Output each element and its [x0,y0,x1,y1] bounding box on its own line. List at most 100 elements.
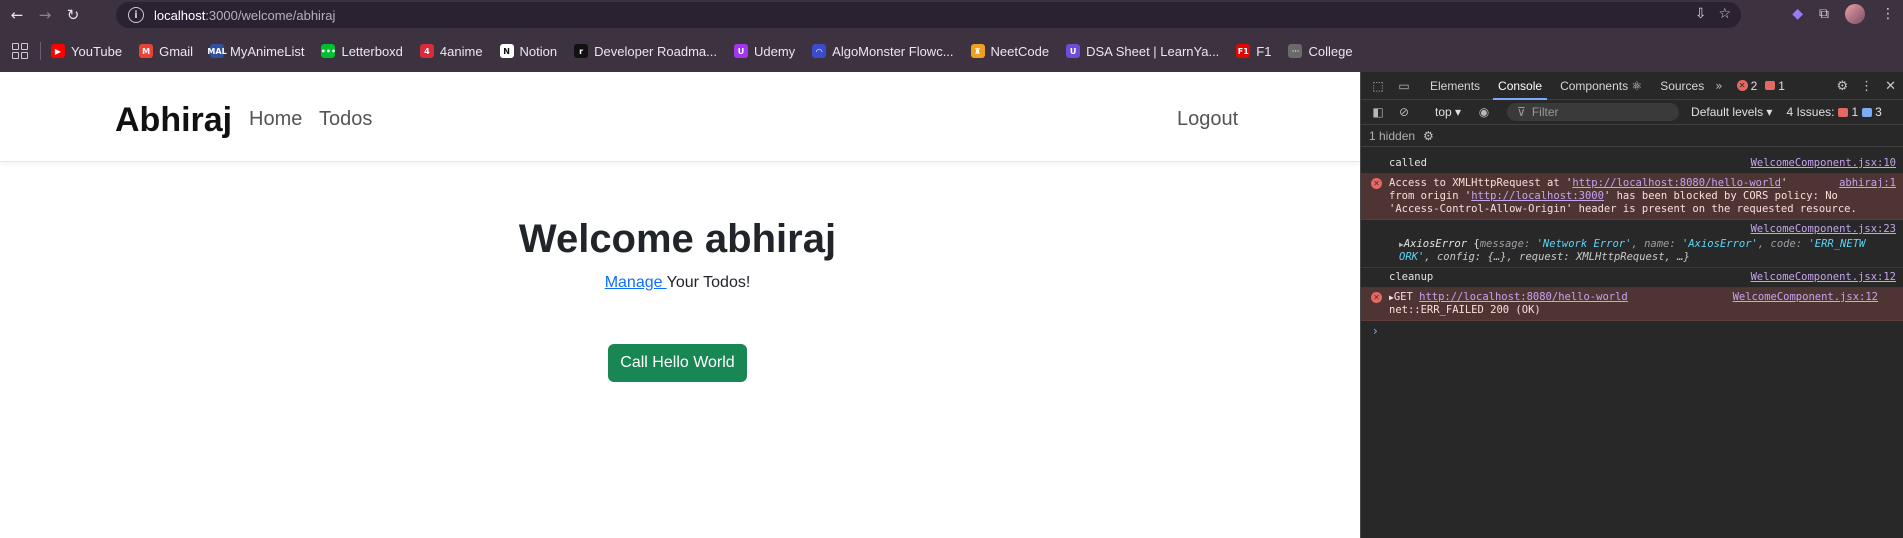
source-link[interactable]: WelcomeComponent.jsx:10 [1745,157,1896,170]
forward-arrow-icon[interactable]: → [34,4,56,26]
bookmark-favicon-icon: U [1066,44,1081,58]
install-app-icon[interactable]: ⇩ [1695,6,1707,22]
bookmark-item[interactable]: N Notion [499,43,558,59]
nav-home-link[interactable]: Home [249,108,302,131]
back-arrow-icon[interactable]: ← [6,4,28,26]
bookmark-favicon-icon: MAL [207,44,227,58]
bookmark-item[interactable]: ♜ NeetCode [970,43,1050,59]
site-info-icon[interactable]: i [128,7,144,23]
bookmark-item[interactable]: M Gmail [139,44,193,59]
browser-toolbar: ← → ↻ i localhost:3000/welcome/abhiraj ⇩… [0,0,1903,30]
bookmark-item[interactable]: MAL MyAnimeList [207,43,305,59]
bookmark-favicon-icon: r [574,44,589,58]
bookmark-favicon-icon: N [499,44,514,58]
request-url-link[interactable]: http://localhost:8080/hello-world [1572,177,1781,189]
devtools-tabbar: ⬚ ▭ Elements Console Components ⚛ Source… [1361,72,1903,100]
bookmark-favicon-icon: ••• [321,44,336,58]
bookmark-label: Developer Roadma... [594,43,717,59]
bookmark-label: Letterboxd [341,43,403,59]
console-messages: called WelcomeComponent.jsx:10 ✕ Access … [1361,154,1903,338]
welcome-heading: Welcome abhiraj [518,217,837,261]
issues-counter[interactable]: 4 Issues: 1 3 [1786,105,1881,119]
error-icon: ✕ [1736,80,1748,91]
device-toolbar-icon[interactable]: ▭ [1395,77,1413,95]
page-viewport: Abhiraj Home Todos Logout Welcome abhira… [0,72,1360,538]
bookmark-label: F1 [1256,43,1272,59]
tab-components[interactable]: Components ⚛ [1551,72,1651,100]
devtools-panel: ⬚ ▭ Elements Console Components ⚛ Source… [1360,72,1903,538]
bookmark-favicon-icon: U [733,44,748,58]
profile-avatar[interactable] [1845,4,1865,24]
bookmark-item[interactable]: ▶ YouTube [51,44,122,59]
request-url-link[interactable]: http://localhost:8080/hello-world [1419,291,1628,303]
reload-icon[interactable]: ↻ [62,4,84,26]
bookmark-favicon-icon: ◠ [812,44,827,58]
console-log-message: called WelcomeComponent.jsx:10 [1361,154,1903,174]
source-link[interactable]: WelcomeComponent.jsx:12 [1745,271,1896,284]
issues-info-icon [1862,107,1873,117]
url-text[interactable]: localhost:3000/welcome/abhiraj [154,8,335,23]
bookmark-label: Udemy [753,43,796,59]
console-object-message[interactable]: WelcomeComponent.jsx:23 ▶AxiosError {mes… [1361,220,1903,268]
bookmark-item[interactable]: F1 F1 [1236,44,1271,59]
bookmark-item[interactable]: U Udemy [733,43,796,59]
issues-error-icon [1838,107,1849,117]
call-hello-world-button[interactable]: Call Hello World [608,344,747,382]
origin-url-link[interactable]: http://localhost:3000 [1471,190,1604,202]
manage-link[interactable]: Manage [605,274,667,291]
browser-menu-icon[interactable]: ⋮ [1881,6,1895,22]
tab-elements[interactable]: Elements [1421,72,1489,100]
bookmark-favicon-icon: ▶ [51,44,65,58]
tab-console[interactable]: Console [1489,72,1551,100]
logout-link[interactable]: Logout [1177,108,1238,131]
extensions-puzzle-icon[interactable]: ⧉ [1819,6,1829,22]
console-filter-input[interactable]: ⊽ Filter [1507,103,1680,121]
extension-icon[interactable]: ◆ [1792,6,1803,22]
tab-sources[interactable]: Sources [1651,72,1713,100]
source-link[interactable]: abhiraj:1 [1833,177,1896,190]
bookmark-label: MyAnimeList [230,43,305,59]
sidebar-toggle-icon[interactable]: ◧ [1369,103,1387,121]
log-levels-select[interactable]: Default levels ▾ [1691,105,1772,119]
error-icon: ✕ [1371,178,1382,189]
live-expression-eye-icon[interactable]: ◉ [1475,103,1493,121]
apps-grid-icon[interactable] [12,43,28,59]
bookmark-label: Notion [519,43,558,59]
error-warning-counter[interactable]: ✕ 2 1 [1736,79,1785,93]
bookmark-label: NeetCode [990,43,1050,59]
app-navbar: Abhiraj Home Todos Logout [0,72,1360,162]
more-tabs-icon[interactable]: » [1715,79,1722,93]
close-devtools-icon[interactable]: ✕ [1885,79,1896,94]
nav-todos-link[interactable]: Todos [319,108,372,131]
manage-todos-line: Manage Your Todos! [0,274,1355,292]
settings-gear-icon[interactable]: ⚙ [1836,79,1848,94]
clear-console-icon[interactable]: ⊘ [1395,103,1413,121]
brand-logo[interactable]: Abhiraj [115,101,232,140]
context-select[interactable]: top ▾ [1435,105,1461,119]
manage-text: Your Todos! [666,274,751,291]
bookmark-favicon-icon: ♜ [970,44,985,58]
devtools-menu-icon[interactable]: ⋮ [1860,79,1873,94]
bookmark-favicon-icon: M [139,44,154,58]
hidden-messages-row: 1 hidden ⚙ [1361,125,1903,147]
console-settings-icon[interactable]: ⚙ [1423,129,1434,143]
bookmark-label: YouTube [71,43,123,59]
console-network-error-message: ✕ ▶GET http://localhost:8080/hello-world… [1361,288,1903,321]
bookmark-item[interactable]: ••• Letterboxd [321,43,403,59]
bookmark-favicon-icon: F1 [1236,44,1251,58]
bookmark-item[interactable]: ◠ AlgoMonster Flowc... [812,43,954,59]
bookmark-item[interactable]: r Developer Roadma... [574,44,717,59]
console-prompt[interactable]: › [1361,321,1903,338]
console-error-message: ✕ Access to XMLHttpRequest at 'http://lo… [1361,174,1903,220]
bookmark-star-icon[interactable]: ☆ [1718,6,1731,22]
bookmark-item[interactable]: U DSA Sheet | LearnYa... [1066,44,1219,59]
bookmark-label: AlgoMonster Flowc... [832,43,954,59]
source-link[interactable]: WelcomeComponent.jsx:12 [1726,291,1878,304]
address-bar[interactable]: i localhost:3000/welcome/abhiraj ⇩ ☆ [116,2,1741,28]
source-link[interactable]: WelcomeComponent.jsx:23 [1745,223,1896,236]
bookmark-item[interactable]: ᐧᐧᐧ College [1288,44,1353,59]
inspect-element-icon[interactable]: ⬚ [1369,77,1387,95]
bookmark-item[interactable]: 4 4anime [419,44,483,59]
bookmark-favicon-icon: 4 [419,44,434,58]
error-icon: ✕ [1371,292,1382,303]
